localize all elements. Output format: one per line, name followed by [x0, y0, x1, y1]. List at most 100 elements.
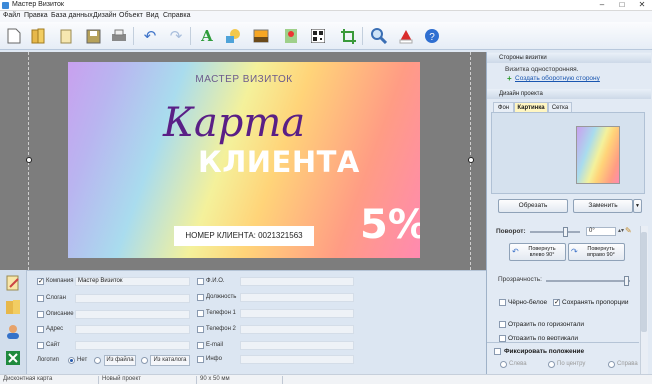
menu-help[interactable]: Справка [163, 12, 190, 19]
business-card[interactable]: МАСТЕР ВИЗИТОК Карта КЛИЕНТА НОМЕР КЛИЕН… [68, 62, 420, 258]
align-center-radio[interactable] [548, 361, 555, 368]
save-icon[interactable] [82, 25, 104, 47]
rotation-slider[interactable] [530, 231, 580, 233]
menu-object[interactable]: Объект [119, 12, 143, 19]
flip-vertical-checkbox[interactable] [499, 335, 506, 342]
user-contacts-icon[interactable] [3, 322, 23, 342]
phone1-checkbox[interactable] [197, 310, 204, 317]
rotation-slider-thumb[interactable] [563, 227, 568, 237]
position-field[interactable] [240, 293, 354, 302]
crop-icon[interactable] [337, 25, 359, 47]
print-icon[interactable] [108, 25, 130, 47]
menu-database[interactable]: База данных [51, 12, 93, 19]
phone2-checkbox[interactable] [197, 326, 204, 333]
resize-handle-right[interactable] [468, 157, 474, 163]
client-number-box[interactable]: НОМЕР КЛИЕНТА: 0021321563 [174, 226, 314, 246]
fix-position-checkbox[interactable] [494, 348, 501, 355]
rotation-spinner[interactable]: ▴▾ [618, 227, 624, 234]
rotation-input[interactable]: 0° [586, 227, 616, 236]
phone2-field[interactable] [240, 325, 354, 334]
card-title[interactable]: КЛИЕНТА [198, 145, 360, 179]
phone1-field[interactable] [240, 309, 354, 318]
status-size: 90 x 50 мм [200, 376, 230, 382]
text-icon[interactable]: A [196, 25, 218, 47]
open-folder-icon[interactable] [27, 25, 49, 47]
discount-value[interactable]: 5% [360, 202, 420, 248]
menu-file[interactable]: Файл [3, 12, 20, 19]
logo-file-radio[interactable] [94, 357, 101, 364]
shapes-icon[interactable] [222, 25, 244, 47]
info-checkbox[interactable] [197, 356, 204, 363]
rotate-left-icon: ↶ [512, 247, 519, 256]
card-script-title[interactable]: Карта [163, 100, 305, 146]
card-brand[interactable]: МАСТЕР ВИЗИТОК [68, 74, 420, 85]
slogan-checkbox[interactable] [37, 295, 44, 302]
email-field[interactable] [240, 341, 354, 350]
replace-button[interactable]: Заменить [573, 199, 633, 213]
panel-scrollbar-thumb[interactable] [641, 232, 647, 332]
email-checkbox[interactable] [197, 342, 204, 349]
templates-icon[interactable] [55, 25, 77, 47]
fix-position-label: Фиксировать положение [504, 348, 585, 355]
menu-design[interactable]: Дизайн [93, 12, 117, 19]
create-back-side-link[interactable]: Создать оборотную сторону [515, 75, 600, 82]
status-card-type: Дисконтная карта [3, 376, 53, 382]
undo-icon[interactable]: ↶ [139, 25, 161, 47]
tab-grid[interactable]: Сетка [548, 102, 572, 112]
description-checkbox[interactable] [37, 311, 44, 318]
minimize-button[interactable]: – [592, 0, 612, 11]
crop-button[interactable]: Обрезать [498, 199, 568, 213]
position-checkbox[interactable] [197, 294, 204, 301]
fullname-field[interactable] [240, 277, 354, 286]
menu-edit[interactable]: Правка [24, 12, 48, 19]
logo-from-file-button[interactable]: Из файла [104, 355, 136, 366]
image-icon[interactable] [250, 25, 272, 47]
new-file-icon[interactable] [3, 25, 25, 47]
qr-code-icon[interactable] [307, 25, 329, 47]
logo-label: Логотип [37, 357, 59, 363]
logo-none-radio[interactable] [68, 357, 75, 364]
design-header[interactable]: Дизайн проекта [487, 89, 651, 99]
edit-text-icon[interactable] [3, 273, 23, 293]
help-icon[interactable]: ? [421, 25, 443, 47]
description-field[interactable] [75, 310, 190, 319]
logo-from-catalog-button[interactable]: Из каталога [150, 355, 190, 366]
website-checkbox[interactable] [37, 342, 44, 349]
replace-dropdown-button[interactable]: ▼ [633, 199, 642, 213]
app-icon [2, 2, 9, 9]
maximize-button[interactable]: □ [612, 0, 632, 11]
logo-catalog-radio[interactable] [141, 357, 148, 364]
company-field[interactable]: Мастер Визиток [75, 277, 190, 286]
title-bar: Мастер Визиток – □ ✕ [0, 0, 652, 11]
reset-rotation-icon[interactable]: ✎ [625, 226, 632, 235]
flip-horizontal-checkbox[interactable] [499, 321, 506, 328]
redo-icon[interactable]: ↷ [165, 25, 187, 47]
map-icon[interactable] [280, 25, 302, 47]
transparency-slider-thumb[interactable] [624, 276, 629, 286]
keep-ratio-checkbox[interactable]: ✓ [553, 299, 560, 306]
close-button[interactable]: ✕ [632, 0, 652, 11]
christmas-icon[interactable] [395, 25, 417, 47]
align-left-radio[interactable] [500, 361, 507, 368]
excel-import-icon[interactable] [3, 348, 23, 368]
resize-handle-left[interactable] [26, 157, 32, 163]
align-right-radio[interactable] [608, 361, 615, 368]
fullname-checkbox[interactable] [197, 278, 204, 285]
menu-view[interactable]: Вид [146, 12, 159, 19]
align-left-label: Слева [509, 361, 527, 367]
website-field[interactable] [75, 341, 190, 350]
address-field[interactable] [75, 325, 190, 334]
bw-checkbox[interactable] [499, 299, 506, 306]
tab-background[interactable]: Фон [493, 102, 514, 112]
company-checkbox[interactable]: ✓ [37, 278, 44, 285]
templates-side-icon[interactable] [3, 297, 23, 317]
address-checkbox[interactable] [37, 326, 44, 333]
zoom-icon[interactable] [368, 25, 390, 47]
sides-info: Визитка односторонняя. [505, 66, 579, 73]
slogan-field[interactable] [75, 294, 190, 303]
info-field[interactable] [240, 355, 354, 364]
transparency-slider[interactable] [546, 280, 630, 282]
picture-preview[interactable] [576, 126, 620, 184]
sides-header[interactable]: Стороны визитки [487, 53, 651, 63]
tab-picture[interactable]: Картинка [514, 102, 548, 112]
